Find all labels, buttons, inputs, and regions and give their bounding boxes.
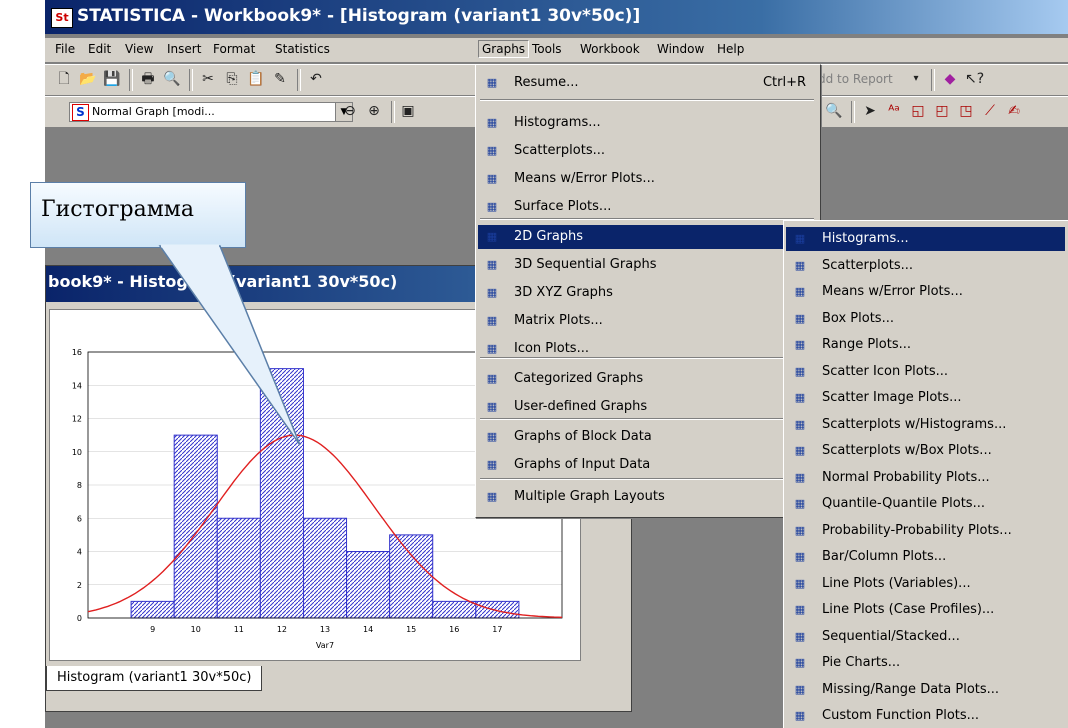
callout-arrow [158, 245, 301, 446]
callout-pointer [158, 244, 301, 446]
